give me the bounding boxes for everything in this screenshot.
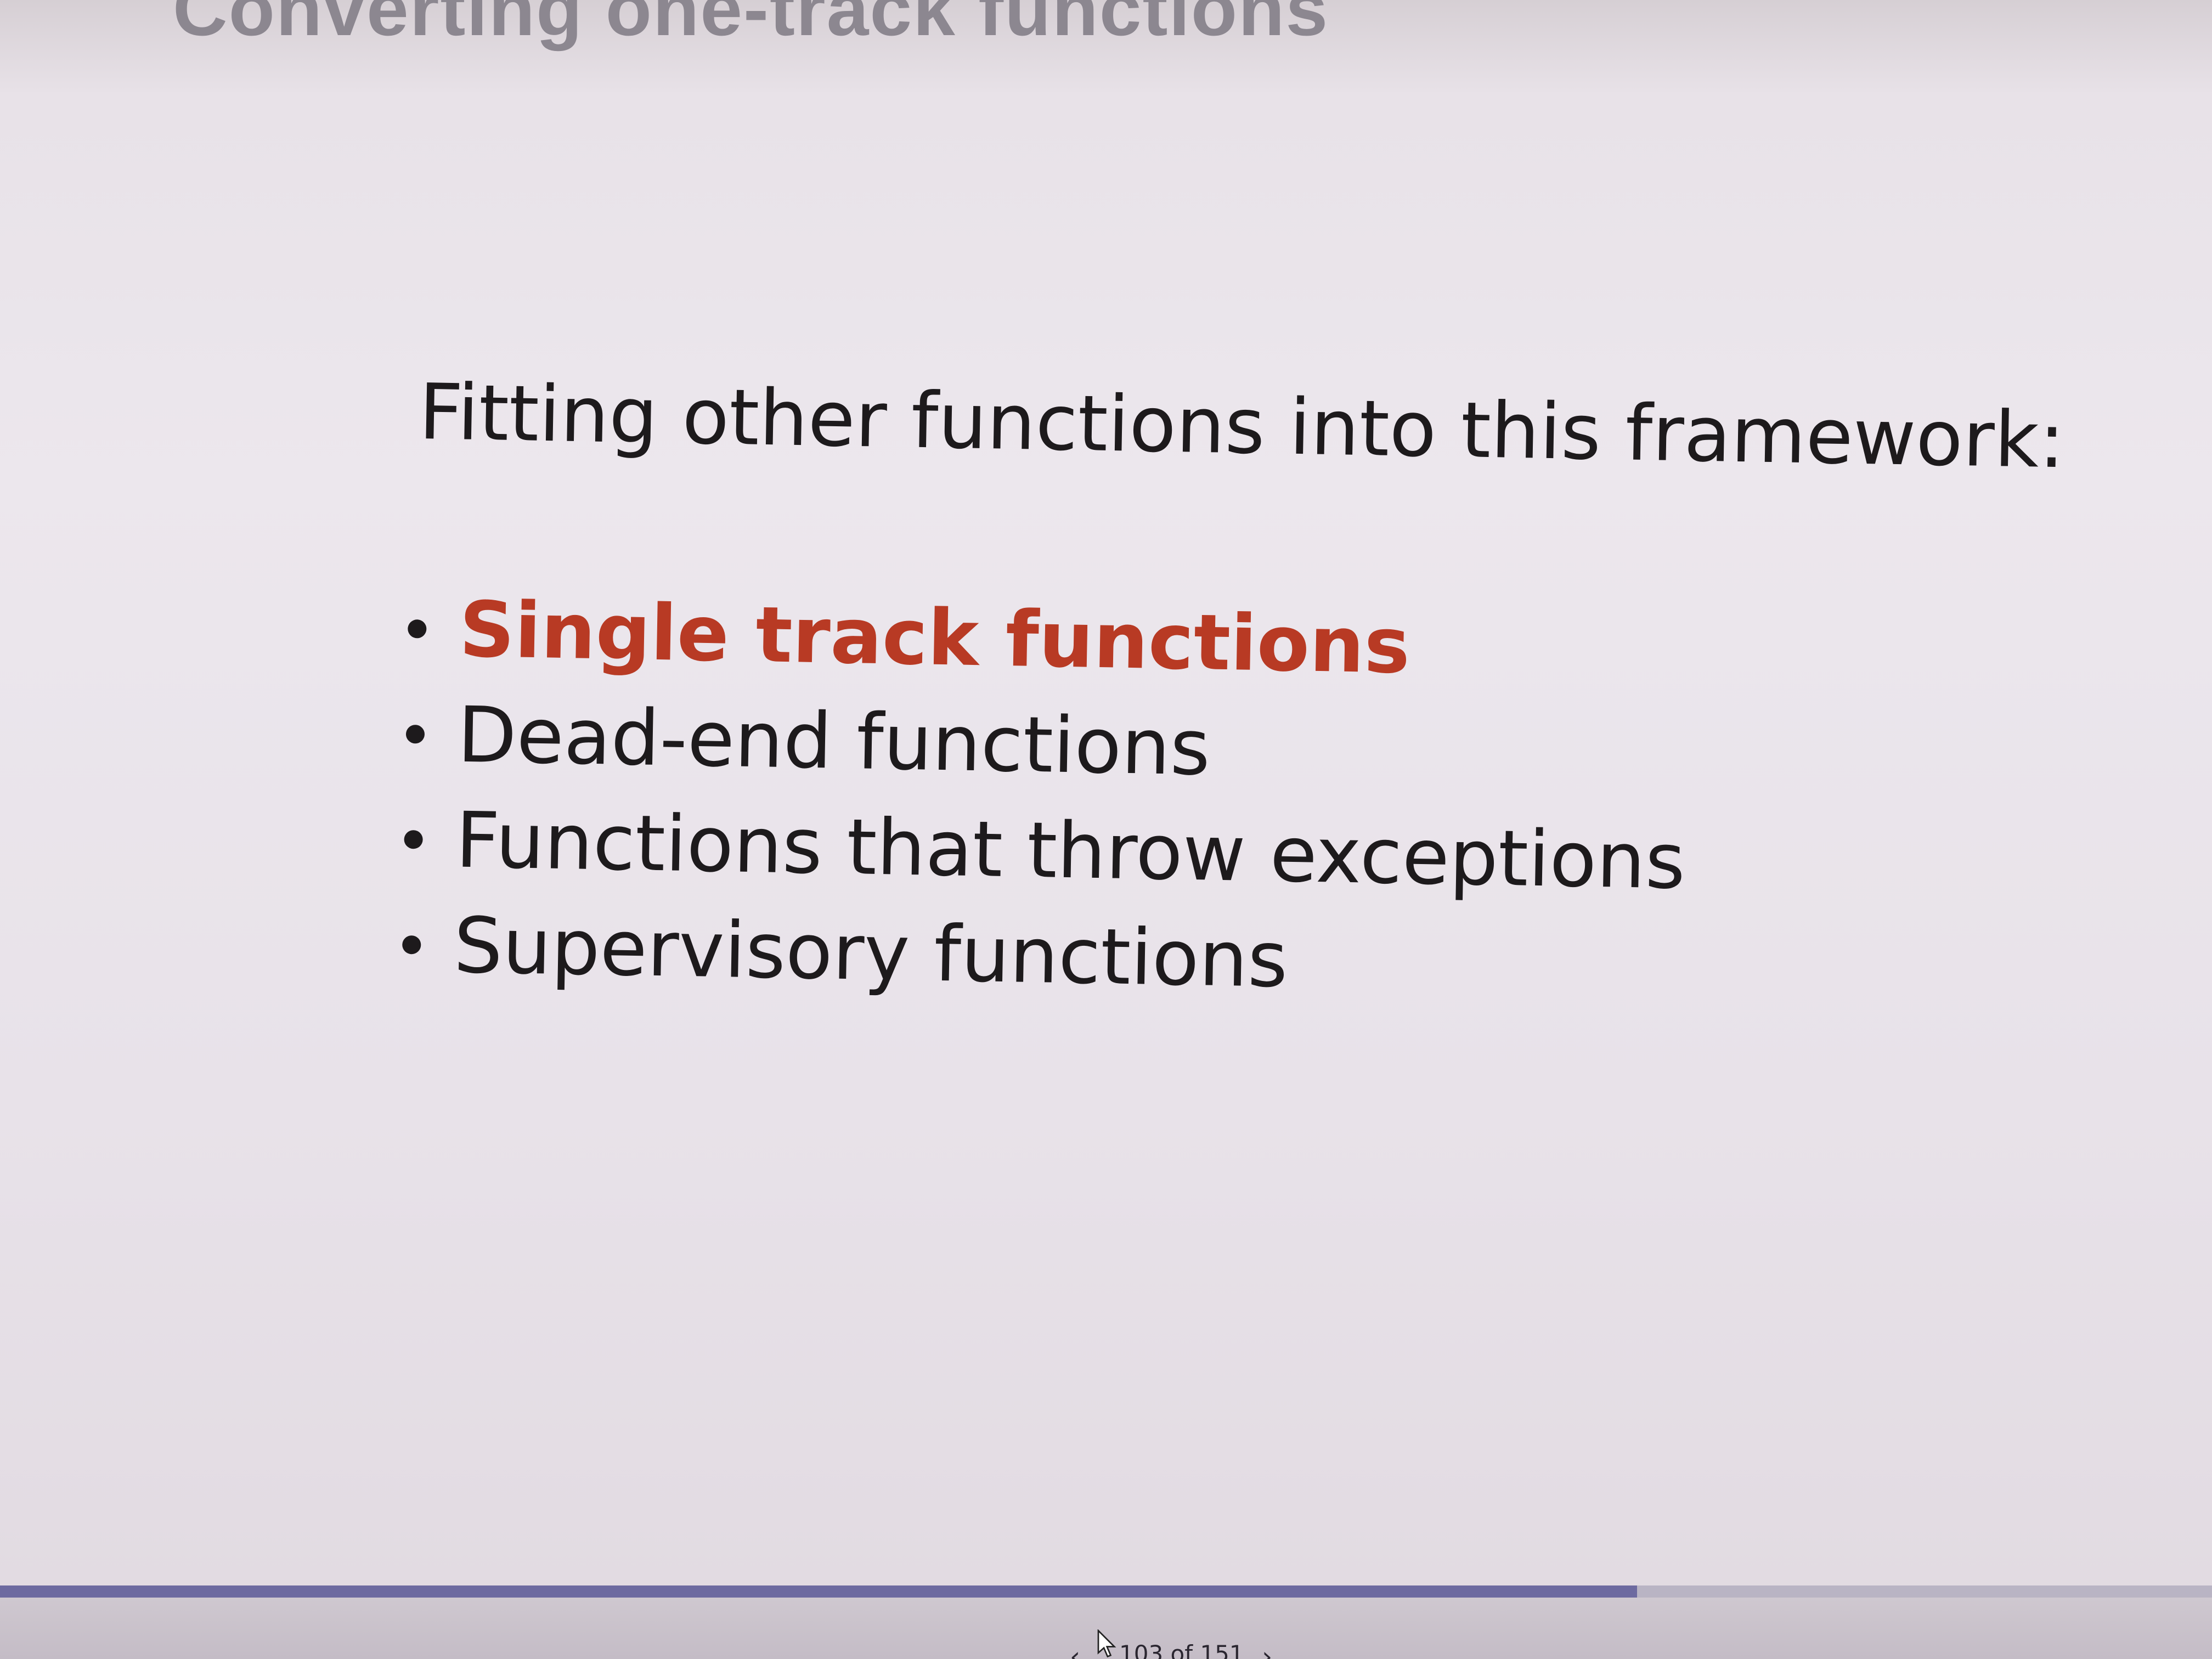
next-slide-button[interactable]: › <box>1262 1641 1272 1659</box>
bullet-label: Single track functions <box>458 585 1411 691</box>
bullet-label: Supervisory functions <box>453 901 1289 1005</box>
bullet-item-supervisory-functions: Supervisory functions <box>402 892 1685 1020</box>
bullet-dot-icon <box>402 935 421 955</box>
bullet-dot-icon <box>404 830 423 849</box>
page-indicator: 103 of 151 <box>1119 1640 1244 1659</box>
slide-progress-bar[interactable] <box>0 1585 2212 1598</box>
slide-title: Converting one-track functions <box>173 0 1329 52</box>
bullet-label: Dead-end functions <box>456 690 1211 793</box>
bullet-list: Single track functions Dead-end function… <box>402 576 1690 1020</box>
slide-intro: Fitting other functions into this framew… <box>418 368 2066 486</box>
bullet-label: Functions that throw exceptions <box>455 795 1686 907</box>
mouse-pointer-icon <box>1097 1629 1116 1658</box>
bullet-dot-icon <box>405 724 425 744</box>
previous-slide-button[interactable]: ‹ <box>1070 1641 1080 1659</box>
slide-progress-fill <box>0 1585 1637 1598</box>
slide: Converting one-track functions Fitting o… <box>0 0 2212 1585</box>
bullet-dot-icon <box>408 619 427 639</box>
